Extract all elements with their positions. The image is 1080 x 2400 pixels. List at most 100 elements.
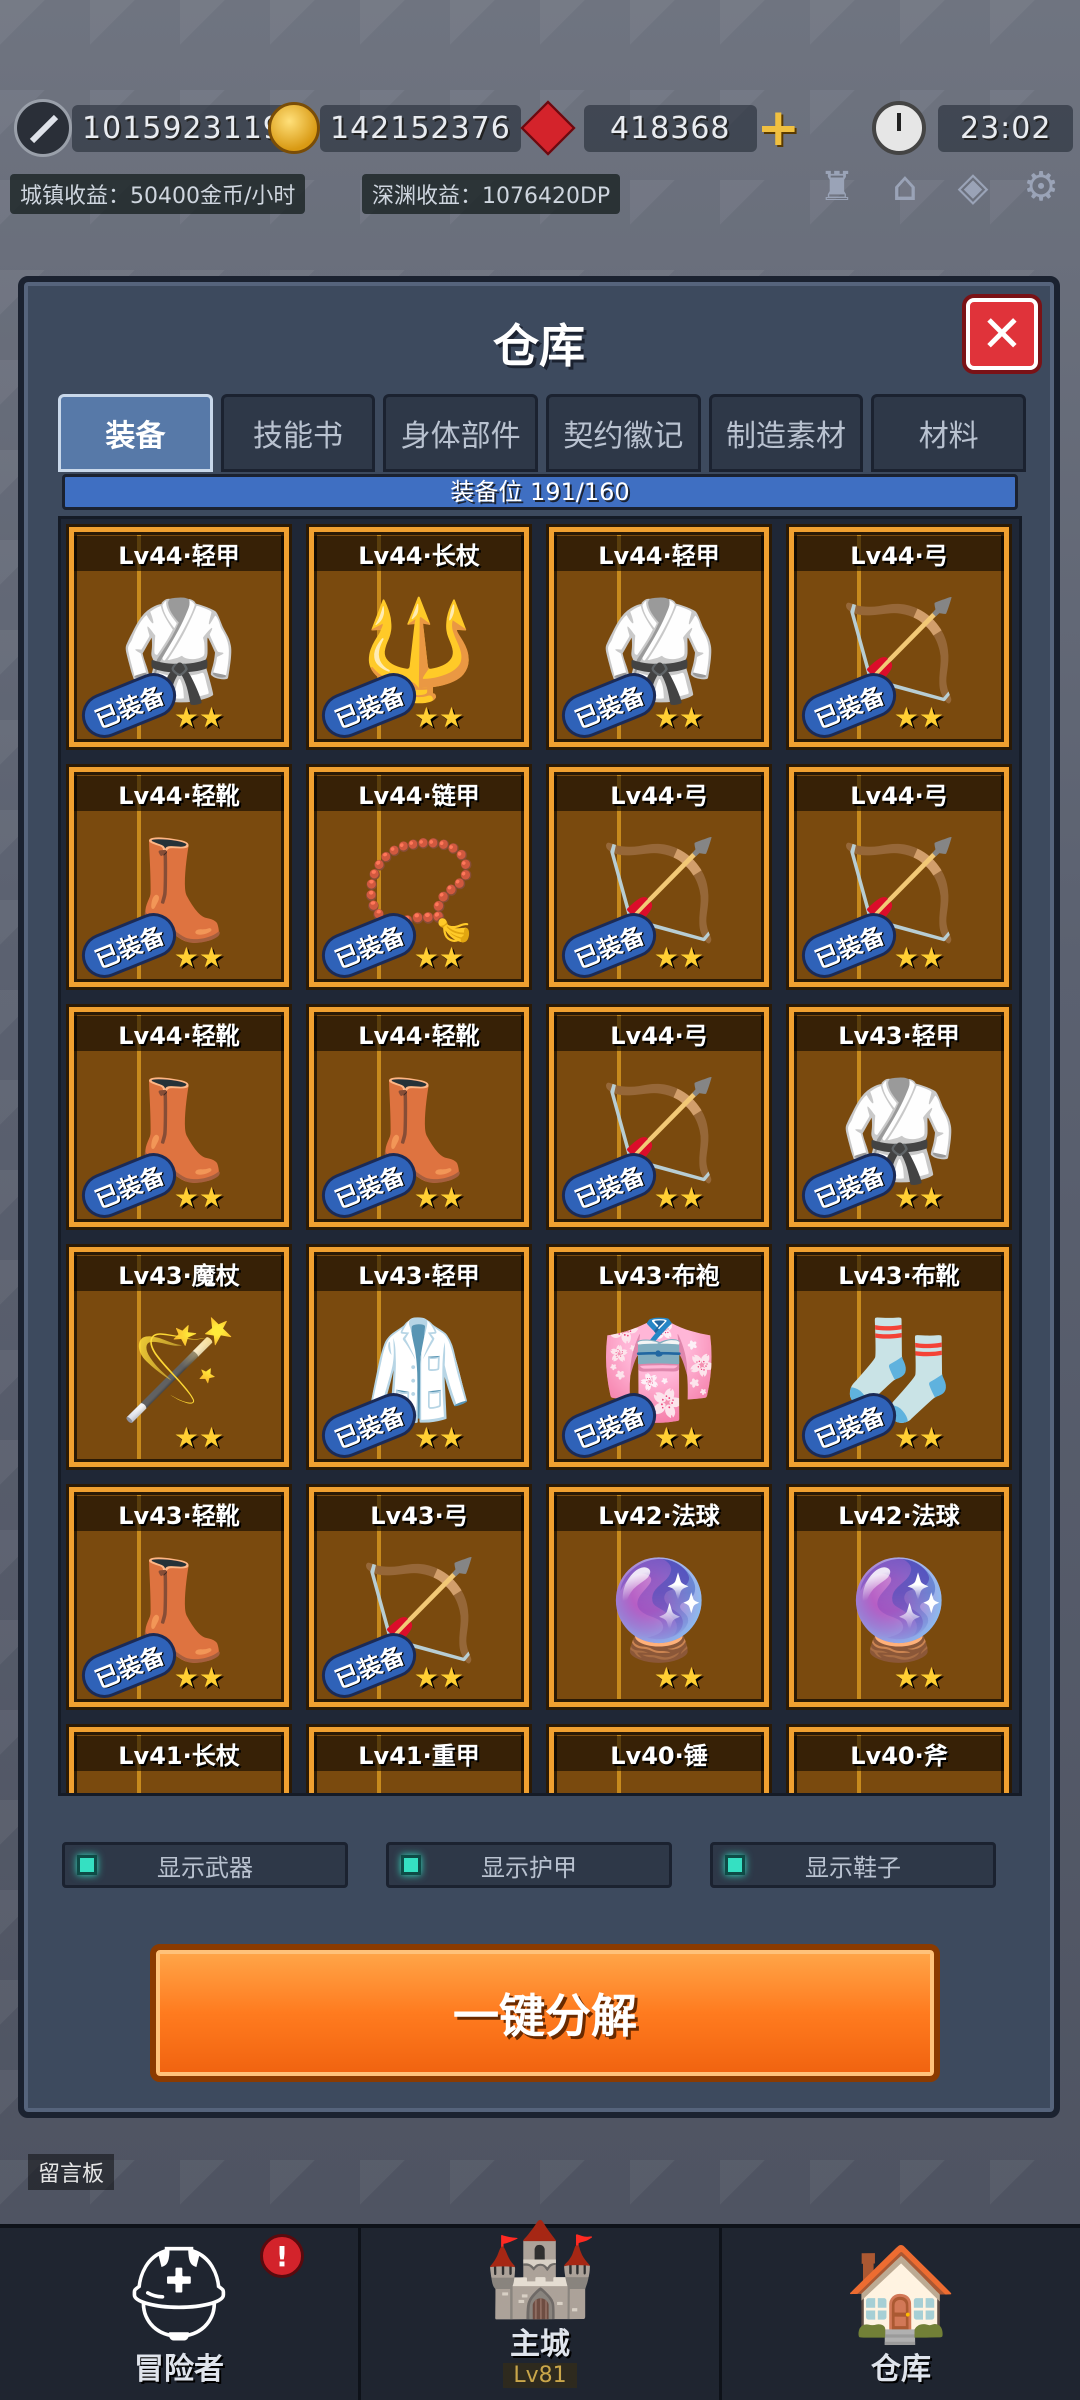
warehouse-house-icon: 🏠 [843, 2240, 959, 2347]
nav-adventurer[interactable]: ! ⛑ 冒险者 [0, 2228, 361, 2400]
inventory-item[interactable]: Lv44·轻甲 🥋 已装备 ★★ [549, 527, 769, 747]
tab-bar: 装备 技能书 身体部件 契约徽记 制造素材 材料 [58, 394, 1027, 472]
add-gem-plus-icon[interactable]: + [757, 102, 801, 154]
item-label: Lv40·锤 [554, 1736, 764, 1771]
power-value: 1015923119 [72, 104, 293, 152]
nav-main-city[interactable]: 🏰 主城 Lv81 [361, 2223, 722, 2400]
one-click-dismantle-button[interactable]: 一键分解 [150, 1944, 940, 2082]
inventory-item[interactable]: Lv40·斧🪓 [789, 1727, 1009, 1793]
inventory-item[interactable]: Lv44·弓 🏹 已装备 ★★ [549, 1007, 769, 1227]
star-rating: ★★ [653, 1421, 704, 1454]
star-rating: ★★ [173, 1181, 224, 1214]
equipment-slot-counter: 装备位 191/160 [62, 474, 1018, 510]
inventory-item[interactable]: Lv41·长杖🔱 [69, 1727, 289, 1793]
inventory-item[interactable]: Lv44·弓 🏹 已装备 ★★ [549, 767, 769, 987]
star-rating: ★★ [653, 941, 704, 974]
bottom-nav: ! ⛑ 冒险者 🏰 主城 Lv81 🏠 仓库 [0, 2223, 1080, 2400]
inventory-item[interactable]: Lv43·轻甲 🥼 已装备 ★★ [309, 1247, 529, 1467]
tab-4[interactable]: 制造素材 [708, 394, 864, 472]
tab-5[interactable]: 材料 [871, 394, 1027, 472]
toggle-indicator-icon [401, 1855, 421, 1875]
inventory-item[interactable]: Lv43·魔杖 🪄 ★★ [69, 1247, 289, 1467]
inventory-item[interactable]: Lv44·轻靴 👢 已装备 ★★ [309, 1007, 529, 1227]
settings-gear-icon[interactable]: ⚙ [1012, 158, 1070, 216]
message-board-label[interactable]: 留言板 [28, 2154, 115, 2190]
inventory-item[interactable]: Lv43·轻甲 🥋 已装备 ★★ [789, 1007, 1009, 1227]
filter-toggle-1[interactable]: 显示护甲 [386, 1842, 672, 1888]
abyss-income: 深渊收益：1076420DP [362, 174, 621, 214]
item-label: Lv44·弓 [794, 776, 1004, 811]
tab-1[interactable]: 技能书 [220, 394, 376, 472]
item-label: Lv44·轻靴 [74, 776, 284, 811]
item-label: Lv42·法球 [794, 1496, 1004, 1531]
nav-warehouse[interactable]: 🏠 仓库 [722, 2228, 1080, 2400]
item-label: Lv44·轻甲 [554, 536, 764, 571]
clock-icon [872, 101, 926, 155]
item-label: Lv44·轻靴 [314, 1016, 524, 1051]
filter-toggle-2[interactable]: 显示鞋子 [710, 1842, 996, 1888]
star-rating: ★★ [893, 1661, 944, 1694]
castle-tower-icon: 🏰 [482, 2215, 598, 2322]
nav-main-city-label: 主城 [510, 2327, 570, 2362]
item-label: Lv41·长杖 [74, 1736, 284, 1771]
panel-title: 仓库 [493, 319, 585, 373]
item-label: Lv40·斧 [794, 1736, 1004, 1771]
star-rating: ★★ [893, 941, 944, 974]
filter-label: 显示鞋子 [805, 1853, 901, 1882]
star-rating: ★★ [173, 1661, 224, 1694]
item-label: Lv42·法球 [554, 1496, 764, 1531]
inventory-item[interactable]: Lv44·轻靴 👢 已装备 ★★ [69, 767, 289, 987]
inventory-item[interactable]: Lv44·弓 🏹 已装备 ★★ [789, 527, 1009, 747]
item-label: Lv43·弓 [314, 1496, 524, 1531]
tab-3[interactable]: 契约徽记 [546, 394, 701, 472]
top-icon-row: ♜ ⌂ ◈ ⚙ [808, 158, 1070, 216]
item-label: Lv44·长杖 [314, 536, 524, 571]
alert-badge: ! [260, 2234, 304, 2278]
inventory-item[interactable]: Lv41·重甲🛡 [309, 1727, 529, 1793]
inventory-item[interactable]: Lv40·锤🔨 [549, 1727, 769, 1793]
gold-value: 142152376 [320, 104, 521, 152]
inventory-item[interactable]: Lv44·轻靴 👢 已装备 ★★ [69, 1007, 289, 1227]
inventory-item[interactable]: Lv42·法球 🔮 ★★ [549, 1487, 769, 1707]
item-grid: Lv44·轻甲 🥋 已装备 ★★ Lv44·长杖 🔱 已装备 ★★ Lv44·轻甲 🥋 已装备 ★★ L… [69, 527, 1009, 1793]
star-rating: ★★ [413, 941, 464, 974]
star-rating: ★★ [893, 701, 944, 734]
star-rating: ★★ [893, 1421, 944, 1454]
sword-icon [14, 99, 72, 157]
inventory-item[interactable]: Lv43·弓 🏹 已装备 ★★ [309, 1487, 529, 1707]
item-label: Lv44·弓 [554, 776, 764, 811]
item-label: Lv43·轻甲 [314, 1256, 524, 1291]
inventory-item[interactable]: Lv44·长杖 🔱 已装备 ★★ [309, 527, 529, 747]
inventory-item[interactable]: Lv44·轻甲 🥋 已装备 ★★ [69, 527, 289, 747]
inventory-item[interactable]: Lv44·链甲 📿 已装备 ★★ [309, 767, 529, 987]
item-label: Lv44·弓 [554, 1016, 764, 1051]
close-button[interactable]: ✕ [966, 298, 1038, 370]
toggle-indicator-icon [77, 1855, 97, 1875]
star-rating: ★★ [653, 701, 704, 734]
star-rating: ★★ [173, 701, 224, 734]
star-rating: ★★ [893, 1181, 944, 1214]
tab-0[interactable]: 装备 [58, 394, 213, 472]
inventory-item[interactable]: Lv43·布靴 🧦 已装备 ★★ [789, 1247, 1009, 1467]
item-grid-scroll[interactable]: Lv44·轻甲 🥋 已装备 ★★ Lv44·长杖 🔱 已装备 ★★ Lv44·轻甲 🥋 已装备 ★★ L… [58, 516, 1022, 1796]
inventory-item[interactable]: Lv43·布袍 👘 已装备 ★★ [549, 1247, 769, 1467]
shop-icon[interactable]: ⌂ [876, 158, 934, 216]
item-label: Lv44·弓 [794, 536, 1004, 571]
star-rating: ★★ [413, 701, 464, 734]
filter-toggle-0[interactable]: 显示武器 [62, 1842, 348, 1888]
nav-adventurer-label: 冒险者 [134, 2352, 224, 2387]
inventory-item[interactable]: Lv44·弓 🏹 已装备 ★★ [789, 767, 1009, 987]
inventory-item[interactable]: Lv43·轻靴 👢 已装备 ★★ [69, 1487, 289, 1707]
power-display: 1015923119 [14, 96, 293, 160]
inventory-item[interactable]: Lv42·法球 🔮 ★★ [789, 1487, 1009, 1707]
filter-label: 显示武器 [157, 1853, 253, 1882]
character-icon[interactable]: ♜ [808, 158, 866, 216]
filter-label: 显示护甲 [481, 1853, 577, 1882]
item-label: Lv43·轻甲 [794, 1016, 1004, 1051]
tab-2[interactable]: 身体部件 [383, 394, 539, 472]
magic-orb-icon: 🔮 [599, 1553, 719, 1666]
warehouse-panel: 仓库 ✕ 装备 技能书 身体部件 契约徽记 制造素材 材料 装备位 191/160 Lv4… [18, 276, 1060, 2118]
item-label: Lv41·重甲 [314, 1736, 524, 1771]
clock-display: 23:02 [872, 96, 1074, 160]
compass-icon[interactable]: ◈ [944, 158, 1002, 216]
